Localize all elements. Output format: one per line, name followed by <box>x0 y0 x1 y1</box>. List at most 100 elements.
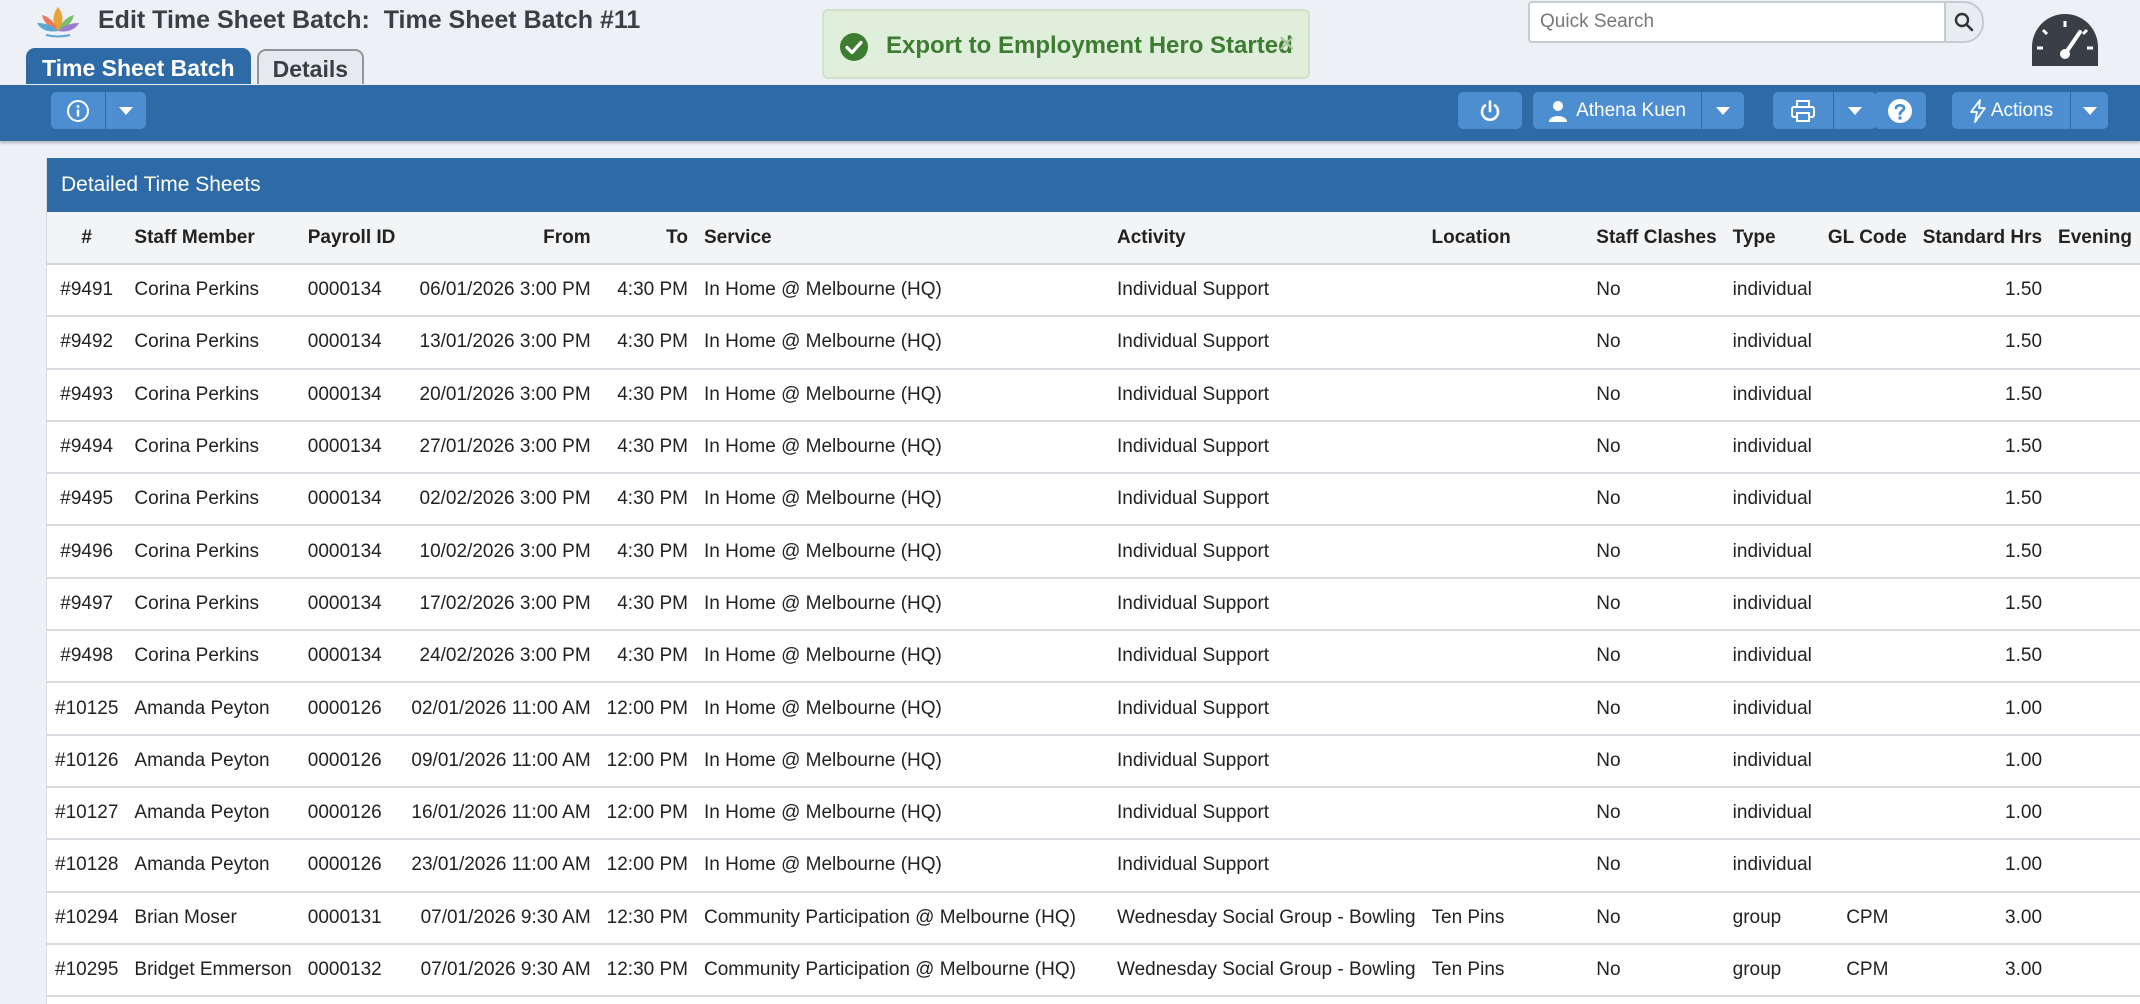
cell-to: 4:30 PM <box>617 383 688 405</box>
cell-type: individual <box>1732 331 1812 353</box>
cell-service: In Home @ Melbourne (HQ) <box>703 383 942 405</box>
panel-title: Detailed Time Sheets <box>61 173 261 196</box>
cell-payroll-id: 0000132 <box>307 959 382 980</box>
column-header-staff-member[interactable]: Staff Member <box>126 212 300 265</box>
search-input[interactable] <box>1528 1 1944 43</box>
table-row[interactable]: #9494 Corina Perkins 0000134 27/01/2026 3:0… <box>47 421 2140 474</box>
cell-gl-code <box>1820 316 1915 368</box>
cell-to: 4:30 PM <box>617 592 688 614</box>
cell-staff-member: Corina Perkins <box>134 488 260 510</box>
power-icon <box>1480 99 1500 121</box>
cell-standard-hrs: 1.50 <box>2005 540 2043 562</box>
toast-close-icon[interactable]: × <box>1278 29 1296 59</box>
cell-location <box>1424 630 1589 682</box>
table-row[interactable]: #9491 Corina Perkins 0000134 06/01/2026 3:0… <box>47 264 2140 317</box>
cell-evening <box>2050 369 2140 421</box>
column-header-staff-clashes[interactable]: Staff Clashes <box>1588 212 1725 265</box>
cell-evening <box>2050 630 2140 682</box>
column-header-standard-hrs[interactable]: Standard Hrs <box>1914 212 2051 265</box>
cell-activity: Wednesday Social Group - Bowling <box>1116 906 1416 928</box>
cell-type: individual <box>1732 540 1812 562</box>
print-button[interactable] <box>1773 92 1833 129</box>
column-header-activity[interactable]: Activity <box>1108 212 1424 265</box>
search-button[interactable] <box>1944 1 1984 43</box>
cell-standard-hrs: 3.00 <box>2005 959 2043 980</box>
info-dropdown-button[interactable] <box>105 92 146 129</box>
cell-id: #9494 <box>60 436 114 458</box>
cell-type: individual <box>1732 749 1812 771</box>
column-header-service[interactable]: Service <box>695 212 1109 265</box>
actions-dropdown-button[interactable] <box>2070 92 2108 129</box>
column-header-to[interactable]: To <box>598 212 696 265</box>
table-row[interactable]: #10128 Amanda Peyton 0000126 23/01/2026 11:… <box>47 839 2140 892</box>
cell-to: 4:30 PM <box>617 645 688 667</box>
dashboard-gauge-icon[interactable] <box>2030 12 2100 68</box>
column-header-number[interactable]: # <box>47 212 127 265</box>
cell-to: 12:00 PM <box>606 749 688 771</box>
user-menu-button[interactable]: Athena Kuen <box>1533 92 1701 129</box>
cell-activity: Individual Support <box>1116 488 1270 510</box>
column-header-payroll-id[interactable]: Payroll ID <box>299 212 404 265</box>
table-row[interactable]: #10127 Amanda Peyton 0000126 16/01/2026 11:… <box>47 787 2140 840</box>
cell-standard-hrs: 1.50 <box>2005 331 2043 353</box>
cell-to: 4:30 PM <box>617 436 688 458</box>
cell-staff-clashes: No <box>1596 383 1621 405</box>
table-row[interactable]: #9498 Corina Perkins 0000134 24/02/2026 3:0… <box>47 630 2140 683</box>
cell-to: 4:30 PM <box>617 279 688 301</box>
table-row[interactable]: #9493 Corina Perkins 0000134 20/01/2026 3:0… <box>47 369 2140 421</box>
cell-standard-hrs: 1.00 <box>2005 697 2043 719</box>
cell-payroll-id: 0000134 <box>307 645 382 667</box>
cell-evening <box>2050 944 2140 996</box>
column-header-type[interactable]: Type <box>1724 212 1820 265</box>
cell-location: Ten Pins <box>1431 959 1505 980</box>
column-header-gl-code[interactable]: GL Code <box>1819 212 1915 265</box>
power-button[interactable] <box>1458 92 1522 129</box>
cell-staff-member: Corina Perkins <box>134 383 260 405</box>
table-row[interactable]: #9496 Corina Perkins 0000134 10/02/2026 3:0… <box>47 525 2140 578</box>
cell-gl-code <box>1820 264 1915 316</box>
tab-time-sheet-batch[interactable]: Time Sheet Batch <box>26 48 251 84</box>
cell-type: individual <box>1732 854 1812 876</box>
cell-evening <box>2050 421 2140 473</box>
chevron-down-icon <box>1716 106 1730 115</box>
printer-icon <box>1791 99 1815 122</box>
table-row[interactable]: #10294 Brian Moser 0000131 07/01/2026 9:30 … <box>47 892 2140 944</box>
table-row[interactable]: #9495 Corina Perkins 0000134 02/02/2026 3:0… <box>47 473 2140 526</box>
column-header-location[interactable]: Location <box>1423 212 1589 265</box>
cell-location: Ten Pins <box>1431 906 1505 928</box>
cell-location <box>1424 735 1589 787</box>
cell-service: In Home @ Melbourne (HQ) <box>703 592 942 614</box>
table-row[interactable]: #10295 Bridget Emmerson 0000132 07/01/2026 … <box>47 944 2140 997</box>
table-body: #9491 Corina Perkins 0000134 06/01/2026 3:0… <box>47 264 2140 997</box>
cell-standard-hrs: 1.50 <box>2005 436 2043 458</box>
cell-evening <box>2050 316 2140 368</box>
print-dropdown-button[interactable] <box>1833 92 1876 129</box>
cell-activity: Wednesday Social Group - Bowling <box>1116 959 1416 980</box>
column-header-from[interactable]: From <box>403 212 599 265</box>
cell-activity: Individual Support <box>1116 749 1270 771</box>
cell-from: 07/01/2026 9:30 AM <box>420 959 591 980</box>
cell-staff-member: Corina Perkins <box>134 279 260 301</box>
cell-payroll-id: 0000134 <box>307 383 382 405</box>
table-row[interactable]: #10125 Amanda Peyton 0000126 02/01/2026 11:… <box>47 682 2140 735</box>
info-button[interactable] <box>51 92 105 129</box>
cell-evening <box>2050 735 2140 787</box>
user-dropdown-button[interactable] <box>1701 92 1744 129</box>
actions-button[interactable]: Actions <box>1952 92 2070 129</box>
chevron-down-icon <box>1848 106 1862 115</box>
cell-type: group <box>1732 906 1782 928</box>
tab-details[interactable]: Details <box>256 49 365 84</box>
table-row[interactable]: #9492 Corina Perkins 0000134 13/01/2026 3:0… <box>47 316 2140 369</box>
cell-from: 20/01/2026 3:00 PM <box>419 383 591 405</box>
info-icon <box>67 99 89 122</box>
cell-from: 06/01/2026 3:00 PM <box>419 279 591 301</box>
cell-id: #10294 <box>55 906 119 928</box>
cell-payroll-id: 0000134 <box>307 488 382 510</box>
table-row[interactable]: #9497 Corina Perkins 0000134 17/02/2026 3:0… <box>47 578 2140 631</box>
cell-from: 23/01/2026 11:00 AM <box>411 854 591 876</box>
cell-staff-member: Corina Perkins <box>134 331 260 353</box>
column-header-evening[interactable]: Evening <box>2050 212 2140 265</box>
table-row[interactable]: #10126 Amanda Peyton 0000126 09/01/2026 11:… <box>47 735 2140 787</box>
help-button[interactable] <box>1874 92 1926 129</box>
cell-staff-clashes: No <box>1596 697 1621 719</box>
